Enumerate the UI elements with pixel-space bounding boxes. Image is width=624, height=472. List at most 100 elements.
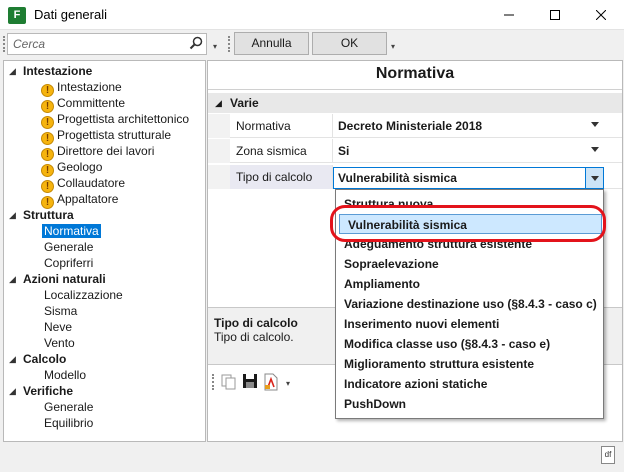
tree-item-label: Geologo (57, 160, 103, 174)
close-icon (596, 10, 606, 20)
tree-item-committente[interactable]: ! Committente (41, 95, 126, 113)
toolbar-overflow-icon[interactable]: ▾ (391, 42, 395, 51)
tree-item-direttore-dei-lavori[interactable]: ! Direttore dei lavori (41, 143, 155, 161)
cancel-button[interactable]: Annulla (234, 32, 309, 55)
tree-item-label: Neve (44, 320, 73, 334)
tree-item-generale[interactable]: Generale (44, 399, 93, 415)
property-label: Tipo di calcolo (236, 170, 313, 184)
tree-item-label: Progettista strutturale (57, 128, 172, 142)
row-gutter (208, 139, 230, 163)
document-icon[interactable]: df (601, 446, 615, 464)
tipo-calcolo-combo[interactable]: Vulnerabilità sismica (333, 167, 604, 189)
maximize-button[interactable] (532, 0, 578, 30)
app-icon: F (8, 7, 26, 24)
tree-item-neve[interactable]: Neve (44, 319, 72, 335)
dropdown-option-sopraelevazione[interactable]: Sopraelevazione (336, 254, 603, 274)
tree-item-label: Normativa (42, 224, 101, 238)
column-divider (332, 139, 333, 163)
minimize-icon (504, 14, 514, 16)
property-label: Normativa (236, 119, 291, 133)
dropdown-option-ampliamento[interactable]: Ampliamento (336, 274, 603, 294)
combo-value: Vulnerabilità sismica (338, 171, 457, 185)
tree-item-label: Direttore dei lavori (57, 144, 155, 158)
tree-item-progettista-architettonico[interactable]: ! Progettista architettonico (41, 111, 190, 129)
tree-group-verifiche[interactable]: Verifiche (23, 383, 73, 399)
tree-item-label: Generale (44, 240, 94, 254)
highlight-annotation (330, 205, 606, 242)
tree-group-intestazione[interactable]: Intestazione (23, 63, 92, 79)
property-row-zona-sismica[interactable]: Zona sismica Si (208, 139, 622, 163)
search-icon[interactable] (189, 36, 203, 50)
title-divider (208, 89, 622, 90)
window-title: Dati generali (34, 7, 107, 22)
tree-item-label: Committente (57, 96, 126, 110)
tree-item-label: Generale (44, 400, 94, 414)
panel-title: Normativa (375, 65, 455, 82)
chevron-down-icon (591, 176, 599, 181)
tree-group-azioni-naturali[interactable]: Azioni naturali (23, 271, 106, 287)
tree-item-collaudatore[interactable]: ! Collaudatore (41, 175, 125, 193)
dropdown-option-variazione-destinazione-uso-8-4-3-caso-c[interactable]: Variazione destinazione uso (§8.4.3 - ca… (336, 294, 603, 314)
description-text: Tipo di calcolo. (214, 330, 294, 344)
dropdown-option-pushdown[interactable]: PushDown (336, 394, 603, 414)
collapse-icon[interactable]: ◢ (215, 93, 222, 113)
close-button[interactable] (578, 0, 624, 30)
property-value: Decreto Ministeriale 2018 (338, 119, 483, 133)
tree-item-localizzazione[interactable]: Localizzazione (44, 287, 123, 303)
row-gutter (208, 114, 230, 138)
chevron-down-icon[interactable] (591, 122, 599, 127)
tree-item-generale[interactable]: Generale (44, 239, 93, 255)
expand-icon[interactable]: ◢ (9, 271, 21, 287)
section-header[interactable]: ◢ Varie (208, 93, 622, 113)
ok-button[interactable]: OK (312, 32, 387, 55)
tree-item-label: Sisma (44, 304, 78, 318)
dropdown-option-miglioramento-struttura-esistente[interactable]: Miglioramento struttura esistente (336, 354, 603, 374)
tree-item-geologo[interactable]: ! Geologo (41, 159, 103, 177)
tree-item-appaltatore[interactable]: ! Appaltatore (41, 191, 119, 209)
column-divider (332, 114, 333, 138)
section-title: Varie (230, 96, 259, 110)
tree-item-equilibrio[interactable]: Equilibrio (44, 415, 93, 431)
navigation-tree: ◢ Intestazione! Intestazione! Committente! P… (3, 60, 206, 442)
property-row-normativa[interactable]: Normativa Decreto Ministeriale 2018 (208, 114, 622, 138)
expand-icon[interactable]: ◢ (9, 63, 21, 79)
expand-icon[interactable]: ◢ (9, 383, 21, 399)
pdf-icon[interactable] (263, 373, 279, 391)
description-title: Tipo di calcolo (214, 316, 298, 330)
dropdown-option-modifica-classe-uso-8-4-3-caso-e[interactable]: Modifica classe uso (§8.4.3 - caso e) (336, 334, 603, 354)
tree-item-sisma[interactable]: Sisma (44, 303, 77, 319)
tree-item-label: Equilibrio (44, 416, 94, 430)
minimize-button[interactable] (486, 0, 532, 30)
chevron-down-icon[interactable] (591, 147, 599, 152)
tree-item-intestazione[interactable]: ! Intestazione (41, 79, 122, 97)
expand-icon[interactable]: ◢ (9, 207, 21, 223)
tree-item-label: Vento (44, 336, 75, 350)
tree-group-struttura[interactable]: Struttura (23, 207, 74, 223)
tree-item-label: Localizzazione (44, 288, 123, 302)
tree-item-normativa[interactable]: Normativa (42, 223, 101, 239)
tree-group-calcolo[interactable]: Calcolo (23, 351, 66, 367)
tree-item-copriferri[interactable]: Copriferri (44, 255, 93, 271)
tree-item-progettista-strutturale[interactable]: ! Progettista strutturale (41, 127, 172, 145)
property-label: Zona sismica (236, 144, 307, 158)
search-overflow-icon[interactable]: ▾ (213, 42, 217, 51)
tree-item-modello[interactable]: Modello (44, 367, 86, 383)
tree-item-vento[interactable]: Vento (44, 335, 75, 351)
tree-item-label: Copriferri (44, 256, 94, 270)
tree-item-label: Modello (44, 368, 87, 382)
dropdown-option-indicatore-azioni-statiche[interactable]: Indicatore azioni statiche (336, 374, 603, 394)
tree-item-label: Progettista architettonico (57, 112, 190, 126)
copy-icon[interactable] (220, 373, 238, 391)
toolbar-grip (3, 36, 5, 52)
save-icon[interactable] (242, 373, 258, 389)
maximize-icon (550, 10, 560, 20)
tree-item-label: Intestazione (57, 80, 122, 94)
tree-item-label: Appaltatore (57, 192, 119, 206)
toolbar-grip-2 (228, 36, 230, 52)
search-input[interactable] (13, 36, 183, 52)
expand-icon[interactable]: ◢ (9, 351, 21, 367)
toolbar-overflow-icon[interactable]: ▾ (286, 379, 290, 388)
dropdown-option-inserimento-nuovi-elementi[interactable]: Inserimento nuovi elementi (336, 314, 603, 334)
combo-dropdown-button[interactable] (585, 168, 603, 188)
search-box[interactable] (7, 33, 207, 55)
